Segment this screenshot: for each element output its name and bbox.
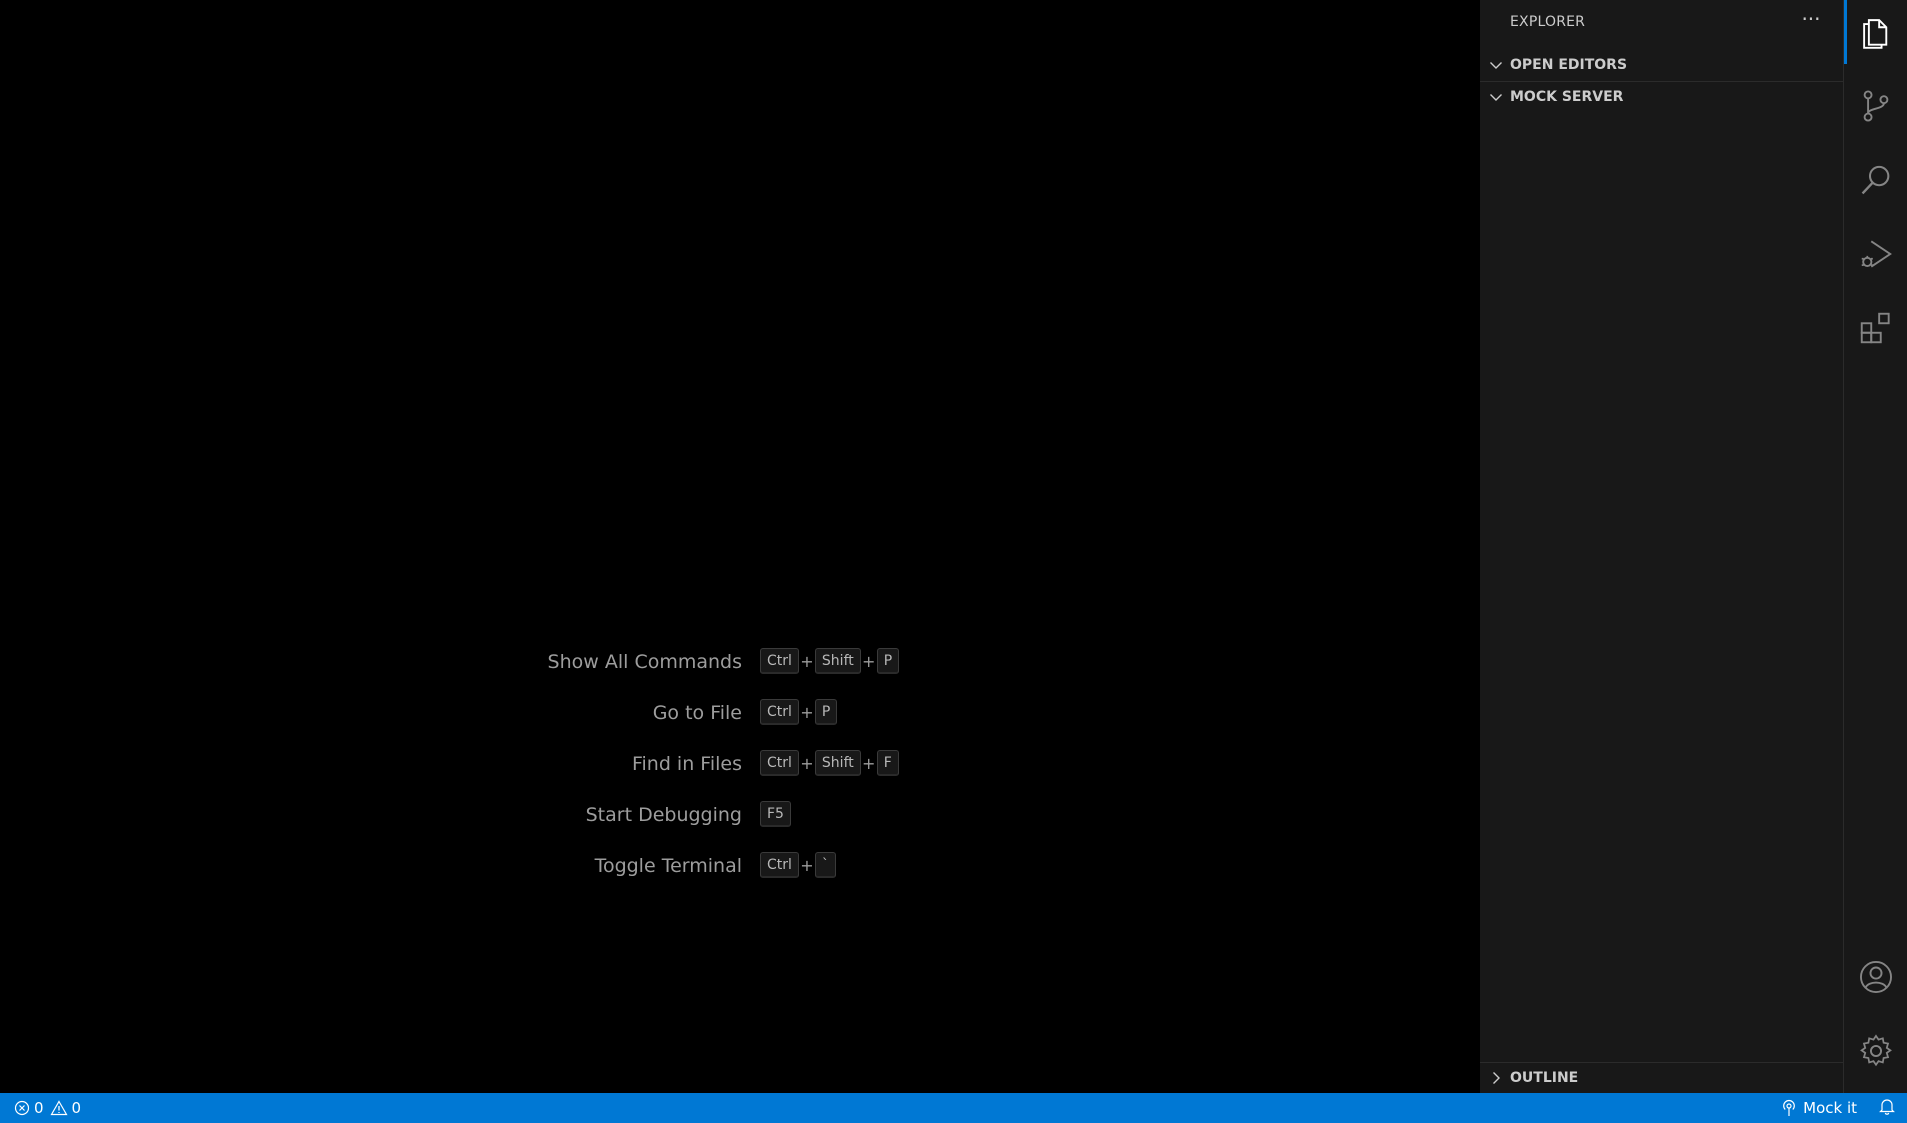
editor-area: Show All Commands Ctrl + Shift + P Go to Fil… xyxy=(0,0,1480,1093)
activity-source-control[interactable] xyxy=(1844,74,1907,138)
files-icon xyxy=(1863,19,1888,49)
shortcut-row-start-debugging: Start Debugging F5 xyxy=(0,798,1480,832)
key: Ctrl xyxy=(760,648,799,674)
section-label: OUTLINE xyxy=(1510,1070,1579,1086)
section-label: MOCK SERVER xyxy=(1510,89,1624,105)
shortcut-row-show-all-commands: Show All Commands Ctrl + Shift + P xyxy=(0,645,1480,679)
problems-status[interactable]: 0 0 xyxy=(14,1093,81,1123)
key: P xyxy=(876,648,900,674)
key: Shift xyxy=(814,648,861,674)
explorer-sidebar: EXPLORER ··· OPEN EDITORS MOCK SERVER OU… xyxy=(1480,0,1843,1093)
warnings-indicator: 0 xyxy=(50,1099,82,1117)
error-icon xyxy=(14,1100,30,1116)
shortcut-label: Toggle Terminal xyxy=(594,855,742,877)
workbench: Show All Commands Ctrl + Shift + P Go to Fil… xyxy=(0,0,1907,1123)
shortcut-label: Show All Commands xyxy=(547,651,742,673)
errors-indicator: 0 xyxy=(14,1099,44,1117)
key: Ctrl xyxy=(760,699,799,725)
activity-bar xyxy=(1843,0,1907,1093)
keybinding: Ctrl + P xyxy=(760,698,838,726)
search-icon xyxy=(1861,165,1890,195)
mock-it-label: Mock it xyxy=(1803,1099,1857,1117)
section-mock-server[interactable]: MOCK SERVER xyxy=(1480,81,1843,112)
key: Shift xyxy=(814,750,861,776)
account-icon xyxy=(1860,961,1892,993)
activity-manage[interactable] xyxy=(1844,1019,1907,1083)
keybinding: F5 xyxy=(760,800,791,828)
shortcut-label: Start Debugging xyxy=(585,804,742,826)
extensions-icon xyxy=(1860,312,1890,344)
chevron-right-icon xyxy=(1493,1072,1500,1084)
keybinding: Ctrl + ` xyxy=(760,851,836,879)
ellipsis-icon[interactable]: ··· xyxy=(1799,9,1823,34)
key: Ctrl xyxy=(760,852,799,878)
keybinding: Ctrl + Shift + P xyxy=(760,647,900,675)
chevron-down-icon xyxy=(1490,94,1502,101)
keybinding: Ctrl + Shift + F xyxy=(760,749,899,777)
activity-accounts[interactable] xyxy=(1844,945,1907,1009)
shortcut-row-go-to-file: Go to File Ctrl + P xyxy=(0,696,1480,730)
source-control-icon xyxy=(1863,90,1889,122)
activity-extensions[interactable] xyxy=(1844,296,1907,360)
key: F xyxy=(876,750,899,776)
status-bar: 0 0 Mock it xyxy=(0,1093,1907,1123)
shortcut-label: Find in Files xyxy=(631,753,742,775)
key: P xyxy=(814,699,838,725)
error-count: 0 xyxy=(34,1099,44,1117)
shortcut-row-toggle-terminal: Toggle Terminal Ctrl + ` xyxy=(0,849,1480,883)
bell-icon xyxy=(1879,1099,1895,1115)
chevron-down-icon xyxy=(1490,62,1502,69)
activity-explorer[interactable] xyxy=(1844,0,1907,64)
key: Ctrl xyxy=(760,750,799,776)
warning-count: 0 xyxy=(71,1099,82,1117)
notifications-bell[interactable] xyxy=(1879,1097,1895,1119)
settings-gear-icon xyxy=(1860,1034,1892,1067)
shortcut-row-find-in-files: Find in Files Ctrl + Shift + F xyxy=(0,747,1480,781)
section-label: OPEN EDITORS xyxy=(1510,57,1628,73)
shortcut-label: Go to File xyxy=(652,702,742,724)
key: F5 xyxy=(760,801,791,827)
run-debug-icon xyxy=(1861,240,1892,268)
key: ` xyxy=(814,852,836,878)
status-right-items: Mock it xyxy=(1781,1093,1895,1123)
section-outline[interactable]: OUTLINE xyxy=(1480,1062,1843,1093)
section-open-editors[interactable]: OPEN EDITORS xyxy=(1480,50,1843,80)
sidebar-title-bar: EXPLORER ··· xyxy=(1480,0,1843,47)
mock-it-status[interactable]: Mock it xyxy=(1781,1099,1857,1117)
sidebar-title: EXPLORER xyxy=(1510,14,1586,30)
activity-run-debug[interactable] xyxy=(1844,222,1907,286)
activity-search[interactable] xyxy=(1844,148,1907,212)
broadcast-icon xyxy=(1783,1099,1796,1116)
warning-icon xyxy=(50,1100,68,1116)
